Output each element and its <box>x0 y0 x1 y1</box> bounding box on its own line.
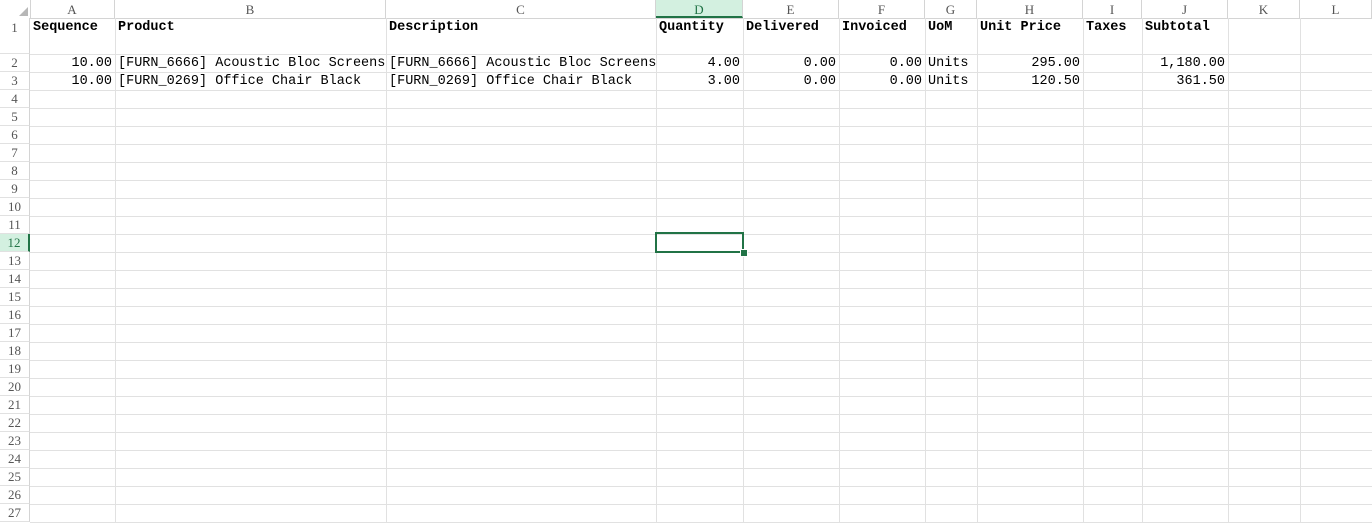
row-header-7[interactable]: 7 <box>0 144 30 162</box>
row-header-27[interactable]: 27 <box>0 504 30 522</box>
gridline-horizontal <box>30 198 1372 199</box>
row-header-22[interactable]: 22 <box>0 414 30 432</box>
column-header-e[interactable]: E <box>743 0 839 18</box>
column-header-i[interactable]: I <box>1083 0 1142 18</box>
gridline-horizontal <box>30 324 1372 325</box>
cell-d3[interactable]: 3.00 <box>656 73 743 91</box>
cell-g3[interactable]: Units <box>925 73 977 91</box>
cell-c2[interactable]: [FURN_6666] Acoustic Bloc Screens <box>386 55 656 73</box>
row-header-10[interactable]: 10 <box>0 198 30 216</box>
row-header-21[interactable]: 21 <box>0 396 30 414</box>
gridline-horizontal <box>30 180 1372 181</box>
gridline-horizontal <box>30 486 1372 487</box>
select-all-corner[interactable] <box>0 0 31 18</box>
cell-g2[interactable]: Units <box>925 55 977 73</box>
row-header-4[interactable]: 4 <box>0 90 30 108</box>
gridline-horizontal <box>30 108 1372 109</box>
row-header-19[interactable]: 19 <box>0 360 30 378</box>
spreadsheet-grid[interactable]: ABCDEFGHIJKL 1 2 3 4 5 6 7 8 9 10 11 12 13 14 15 16 17 18… <box>0 0 1372 523</box>
gridline-horizontal <box>30 450 1372 451</box>
column-header-g[interactable]: G <box>925 0 977 18</box>
gridline-horizontal <box>30 126 1372 127</box>
column-header-k[interactable]: K <box>1228 0 1300 18</box>
gridline-horizontal <box>30 468 1372 469</box>
row-header-11[interactable]: 11 <box>0 216 30 234</box>
cell-h2[interactable]: 295.00 <box>977 55 1083 73</box>
cell-d1[interactable]: Quantity <box>656 19 743 37</box>
column-header-a[interactable]: A <box>30 0 115 18</box>
gridline-horizontal <box>30 144 1372 145</box>
cell-e3[interactable]: 0.00 <box>743 73 839 91</box>
gridline-horizontal <box>30 360 1372 361</box>
gridline-horizontal <box>30 162 1372 163</box>
cell-a2[interactable]: 10.00 <box>30 55 115 73</box>
active-cell-selection[interactable] <box>655 232 744 253</box>
row-header-17[interactable]: 17 <box>0 324 30 342</box>
cell-g1[interactable]: UoM <box>925 19 977 37</box>
row-header-12[interactable]: 12 <box>0 234 30 252</box>
row-header-3[interactable]: 3 <box>0 72 30 90</box>
gridline-horizontal <box>30 306 1372 307</box>
row-header-5[interactable]: 5 <box>0 108 30 126</box>
gridline-horizontal <box>30 270 1372 271</box>
column-header-f[interactable]: F <box>839 0 925 18</box>
row-header-9[interactable]: 9 <box>0 180 30 198</box>
row-header-2[interactable]: 2 <box>0 54 30 72</box>
row-header-14[interactable]: 14 <box>0 270 30 288</box>
cell-j2[interactable]: 1,180.00 <box>1142 55 1228 73</box>
row-header-23[interactable]: 23 <box>0 432 30 450</box>
row-header-15[interactable]: 15 <box>0 288 30 306</box>
column-header-c[interactable]: C <box>386 0 656 18</box>
cell-e1[interactable]: Delivered <box>743 19 839 37</box>
column-header-h[interactable]: H <box>977 0 1083 18</box>
cell-j3[interactable]: 361.50 <box>1142 73 1228 91</box>
cell-j1[interactable]: Subtotal <box>1142 19 1228 37</box>
row-header-26[interactable]: 26 <box>0 486 30 504</box>
gridline-horizontal <box>30 432 1372 433</box>
cell-a3[interactable]: 10.00 <box>30 73 115 91</box>
cell-b3[interactable]: [FURN_0269] Office Chair Black <box>115 73 386 91</box>
column-header-d[interactable]: D <box>656 0 743 18</box>
cell-b2[interactable]: [FURN_6666] Acoustic Bloc Screens <box>115 55 386 73</box>
row-header-1[interactable]: 1 <box>0 18 30 54</box>
column-header-j[interactable]: J <box>1142 0 1228 18</box>
cell-f2[interactable]: 0.00 <box>839 55 925 73</box>
row-header-16[interactable]: 16 <box>0 306 30 324</box>
cell-f3[interactable]: 0.00 <box>839 73 925 91</box>
row-header-25[interactable]: 25 <box>0 468 30 486</box>
cell-h1[interactable]: Unit Price <box>977 19 1083 37</box>
cell-d2[interactable]: 4.00 <box>656 55 743 73</box>
row-header-24[interactable]: 24 <box>0 450 30 468</box>
row-header-6[interactable]: 6 <box>0 126 30 144</box>
gridline-horizontal <box>30 216 1372 217</box>
cell-h3[interactable]: 120.50 <box>977 73 1083 91</box>
gridline-horizontal <box>30 342 1372 343</box>
cell-a1[interactable]: Sequence <box>30 19 115 37</box>
column-header-l[interactable]: L <box>1300 0 1372 18</box>
gridline-horizontal <box>30 378 1372 379</box>
row-header-8[interactable]: 8 <box>0 162 30 180</box>
gridline-horizontal <box>30 396 1372 397</box>
gridline-horizontal <box>30 288 1372 289</box>
gridline-horizontal <box>30 414 1372 415</box>
cell-i1[interactable]: Taxes <box>1083 19 1142 37</box>
fill-handle[interactable] <box>740 249 748 257</box>
cell-b1[interactable]: Product <box>115 19 386 37</box>
gridline-horizontal <box>30 504 1372 505</box>
cell-e2[interactable]: 0.00 <box>743 55 839 73</box>
cell-f1[interactable]: Invoiced <box>839 19 925 37</box>
column-header-b[interactable]: B <box>115 0 386 18</box>
row-header-13[interactable]: 13 <box>0 252 30 270</box>
cell-c1[interactable]: Description <box>386 19 656 37</box>
row-header-18[interactable]: 18 <box>0 342 30 360</box>
cell-c3[interactable]: [FURN_0269] Office Chair Black <box>386 73 656 91</box>
row-header-20[interactable]: 20 <box>0 378 30 396</box>
